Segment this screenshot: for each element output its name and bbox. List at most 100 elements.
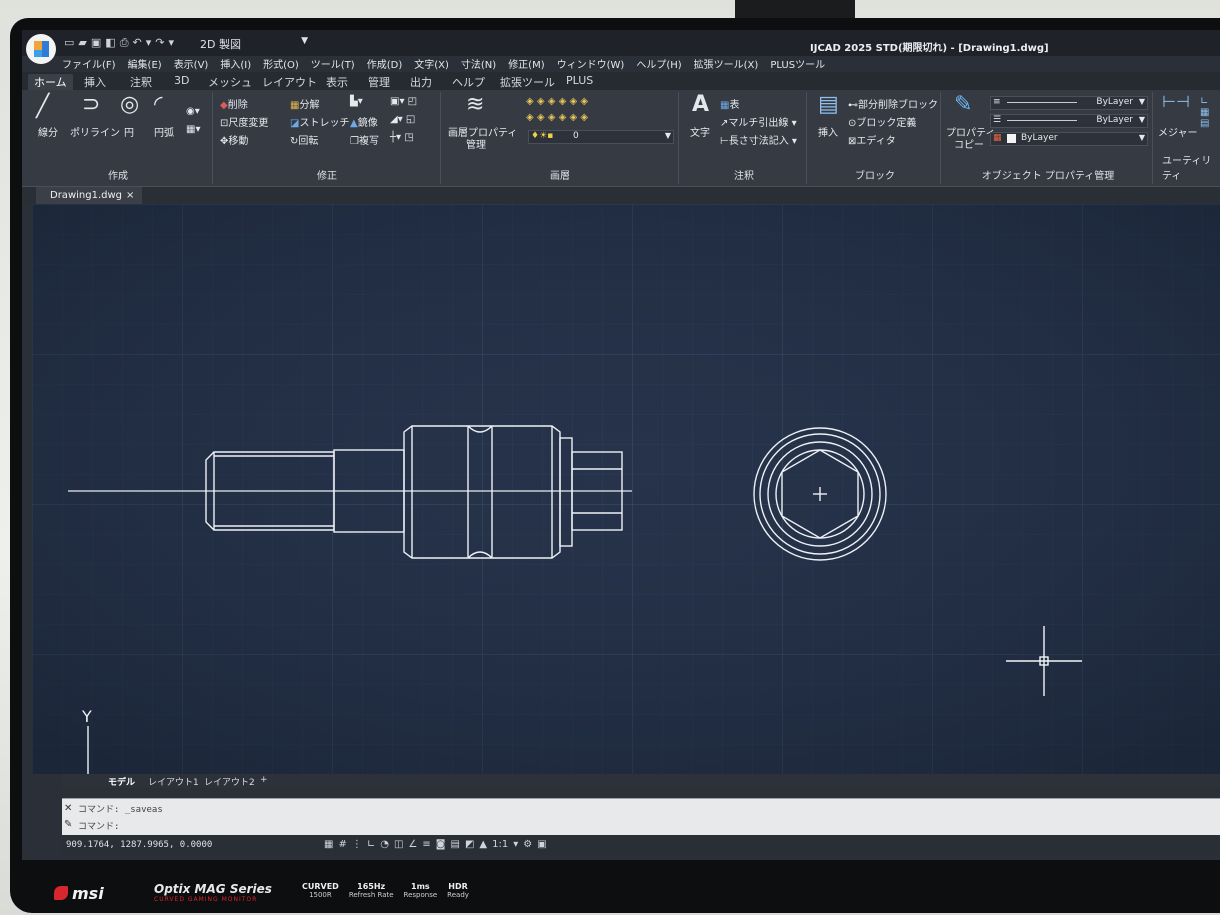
undo-icon[interactable]: ↶ [133,36,142,50]
document-tab[interactable]: Drawing1.dwg × [36,187,142,205]
array-icon[interactable]: ▣▾ ◰ [390,96,417,107]
print-icon[interactable]: ⎙ [120,36,129,50]
menu-format[interactable]: 形式(O) [263,56,299,71]
tab-help[interactable]: ヘルプ [452,74,485,90]
ellipse-icon[interactable]: ◉▾ [186,106,200,117]
linetype-dropdown[interactable]: ☰ ByLayer ▼ [990,114,1148,128]
menu-dimension[interactable]: 寸法(N) [461,56,496,71]
tab-model[interactable]: モデル [108,775,135,788]
selection-cycling-icon[interactable]: ▤ [450,839,459,850]
text-button[interactable]: 文字 [690,124,710,139]
measure-button[interactable]: メジャー [1158,124,1198,139]
menu-window[interactable]: ウィンドウ(W) [557,56,625,71]
clean-screen-icon[interactable]: ▣ [537,839,546,850]
insert-block-button[interactable]: 挿入 [818,124,838,139]
snap-icon[interactable]: ⋮ [352,839,362,850]
layer-state-icons[interactable]: ◈ ◈ ◈ ◈ ◈ ◈ [526,96,588,107]
tab-layout1[interactable]: レイアウト1 [148,775,199,788]
menu-file[interactable]: ファイル(F) [62,56,116,71]
rotate-button[interactable]: ↻回転 [290,132,318,147]
monitor-badge: 165Hz Refresh Rate [348,882,394,899]
tab-manage[interactable]: 管理 [368,74,390,90]
color-dropdown[interactable]: ▦ ByLayer ▼ [990,132,1148,146]
tab-view[interactable]: 表示 [326,74,348,90]
trim-icon[interactable]: ┼▾ ◳ [390,132,414,143]
3d-osnap-icon[interactable]: ◩ [465,839,474,850]
menu-text[interactable]: 文字(X) [414,56,449,71]
circle-button[interactable]: 円 [124,124,134,139]
tab-output[interactable]: 出力 [410,74,432,90]
app-logo-icon[interactable] [26,34,56,64]
otrack-icon[interactable]: ∠ [408,839,417,850]
drawing-canvas[interactable]: Y X [32,204,1220,774]
tab-insert[interactable]: 挿入 [84,74,106,90]
erase-button[interactable]: ◆削除 [220,96,248,111]
tab-mesh[interactable]: メッシュ [208,74,252,90]
block-editor-button[interactable]: ⊠エディタ [848,132,896,147]
tab-home[interactable]: ホーム [28,74,73,90]
model-space-icon[interactable]: ▦ [324,839,333,850]
copy-button[interactable]: ❐複写 [350,132,379,147]
menu-help[interactable]: ヘルプ(H) [636,56,681,71]
explode-button[interactable]: ▦分解 [290,96,319,111]
multileader-button[interactable]: ↗マルチ引出線 ▾ [720,114,797,129]
workspace-selector[interactable]: 2D 製図 ▼ [200,36,308,51]
tab-add-layout[interactable]: + [260,775,268,785]
open-folder-icon[interactable]: ▰ [78,36,86,50]
command-input[interactable]: コマンド: [78,819,119,832]
osnap-icon[interactable]: ◫ [394,839,403,850]
chevron-down-icon[interactable]: ▾ [513,839,518,850]
partial-delete-block-button[interactable]: ⊷部分削除ブロック [848,96,938,111]
utility-tool-icons[interactable]: ∟ ▦ ▤ [1200,96,1209,129]
hatch-icon[interactable]: ▦▾ [186,124,200,135]
tab-layout2[interactable]: レイアウト2 [204,775,255,788]
polyline-button[interactable]: ポリライン [70,124,120,139]
transparency-icon[interactable]: ◙ [436,839,446,850]
linear-dimension-button[interactable]: ⊢長さ寸法記入 ▾ [720,132,797,147]
menu-tools[interactable]: ツール(T) [311,56,355,71]
layer-tool-icons[interactable]: ◈ ◈ ◈ ◈ ◈ ◈ [526,112,588,123]
menu-insert[interactable]: 挿入(I) [220,56,251,71]
save-icon[interactable]: ▣ [91,36,101,50]
lineweight-dropdown[interactable]: ≡ ByLayer ▼ [990,96,1148,110]
arc-button[interactable]: 円弧 [154,124,174,139]
move-button[interactable]: ✥移動 [220,132,248,147]
save-as-icon[interactable]: ◧ [105,36,115,50]
menu-plus-tools[interactable]: PLUSツール [770,56,825,71]
close-icon[interactable]: ✕ [64,803,72,814]
scale-button[interactable]: ⊡尺度変更 [220,114,268,129]
layer-dropdown[interactable]: ♦☀▪ 0 ▼ [528,130,674,144]
modify-panel: ◆削除 ⊡尺度変更 ✥移動 ▦分解 ◪ストレッチ ↻回転 ▲鏡像 ❐複写 ▙▾ … [214,92,441,184]
menu-view[interactable]: 表示(V) [174,56,209,71]
wrench-icon[interactable]: ✎ [64,819,72,830]
new-file-icon[interactable]: ▭ [64,36,74,50]
dropdown-arrow-icon[interactable]: ▾ [146,36,152,50]
table-button[interactable]: ▦表 [720,96,739,111]
block-define-button[interactable]: ⊙ブロック定義 [848,114,916,129]
tab-3d[interactable]: 3D [174,74,189,87]
menu-edit[interactable]: 編集(E) [128,56,162,71]
close-icon[interactable]: × [126,190,134,201]
fillet-icon[interactable]: ◢▾ ◱ [390,114,415,125]
ortho-icon[interactable]: ∟ [367,839,375,850]
settings-icon[interactable]: ⚙ [523,839,532,850]
stretch-button[interactable]: ◪ストレッチ [290,114,349,129]
line-button[interactable]: 線分 [38,124,58,139]
polar-icon[interactable]: ◔ [380,839,389,850]
align-icon[interactable]: ▙▾ [350,96,363,107]
tab-plus[interactable]: PLUS [566,74,593,87]
drawing-svg[interactable]: Y X [32,204,1220,774]
scale-readout[interactable]: 1:1 [492,839,508,850]
annotation-icon[interactable]: ▲ [479,839,487,850]
grid-icon[interactable]: # [338,839,346,850]
mirror-button[interactable]: ▲鏡像 [350,114,378,129]
menu-draw[interactable]: 作成(D) [367,56,403,71]
redo-icon[interactable]: ↷ [155,36,164,50]
menu-extensions[interactable]: 拡張ツール(X) [694,56,759,71]
menu-modify[interactable]: 修正(M) [508,56,544,71]
tab-annotate[interactable]: 注釈 [130,74,152,90]
tab-layout[interactable]: レイアウト [262,74,317,90]
lineweight-toggle-icon[interactable]: ≡ [422,839,430,850]
dropdown-arrow-icon[interactable]: ▾ [168,36,174,50]
tab-extensions[interactable]: 拡張ツール [500,74,555,90]
